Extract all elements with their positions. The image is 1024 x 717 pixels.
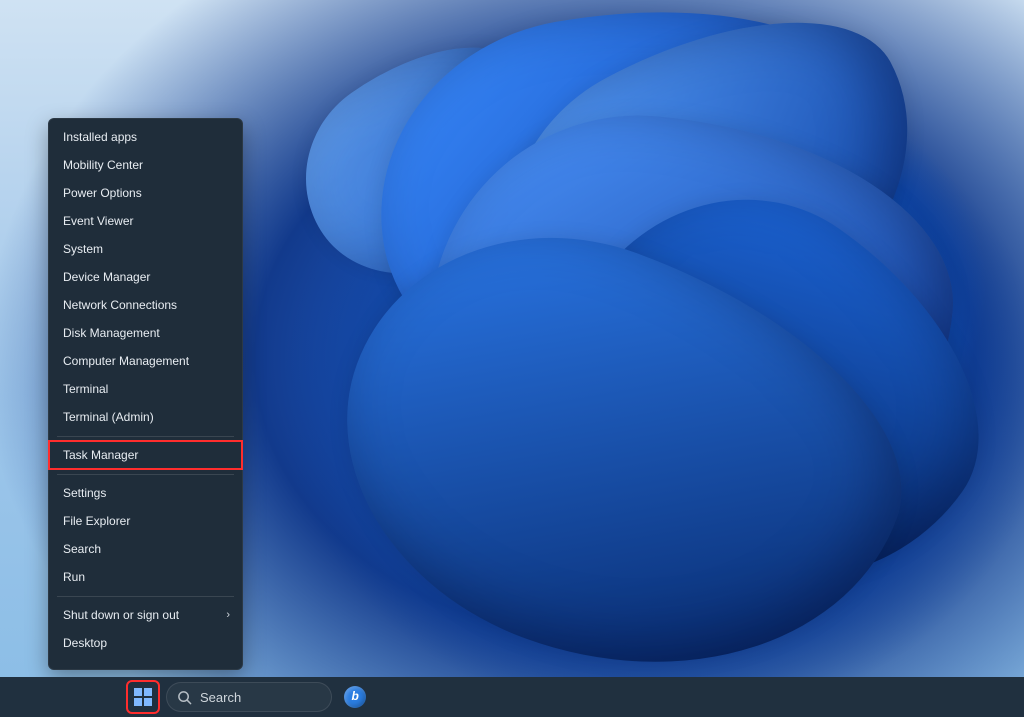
context-menu-item-label: Shut down or sign out xyxy=(63,608,179,622)
taskbar-search-placeholder: Search xyxy=(200,690,241,705)
context-menu-separator xyxy=(57,436,234,437)
context-menu-item[interactable]: Network Connections xyxy=(49,291,242,319)
context-menu-item-label: Installed apps xyxy=(63,130,137,144)
context-menu-item-label: Disk Management xyxy=(63,326,160,340)
windows-logo-icon xyxy=(134,688,152,706)
context-menu-item-label: Device Manager xyxy=(63,270,150,284)
context-menu-item[interactable]: Disk Management xyxy=(49,319,242,347)
context-menu-item[interactable]: Desktop xyxy=(49,629,242,657)
context-menu-item[interactable]: Computer Management xyxy=(49,347,242,375)
context-menu-item-label: Mobility Center xyxy=(63,158,143,172)
context-menu-item-label: Search xyxy=(63,542,101,556)
context-menu-item[interactable]: Mobility Center xyxy=(49,151,242,179)
context-menu-item[interactable]: System xyxy=(49,235,242,263)
context-menu-item[interactable]: Shut down or sign out › xyxy=(49,601,242,629)
context-menu-item-label: Power Options xyxy=(63,186,142,200)
start-context-menu: Installed apps Mobility Center Power Optio… xyxy=(48,118,243,670)
context-menu-item-label: Computer Management xyxy=(63,354,189,368)
context-menu-item[interactable]: Terminal (Admin) xyxy=(49,403,242,431)
context-menu-item-label: Settings xyxy=(63,486,106,500)
bing-glyph: b xyxy=(352,689,359,703)
context-menu-item[interactable]: Run xyxy=(49,563,242,591)
context-menu-separator xyxy=(57,474,234,475)
context-menu-item[interactable]: Power Options xyxy=(49,179,242,207)
chevron-right-icon: › xyxy=(226,609,230,621)
search-icon xyxy=(177,690,192,705)
context-menu-separator xyxy=(57,596,234,597)
context-menu-item-label: Event Viewer xyxy=(63,214,133,228)
taskbar: Search b xyxy=(0,677,1024,717)
context-menu-item-label: System xyxy=(63,242,103,256)
context-menu-item[interactable]: Task Manager xyxy=(49,441,242,469)
context-menu-item-label: File Explorer xyxy=(63,514,130,528)
context-menu-item[interactable]: Terminal xyxy=(49,375,242,403)
context-menu-item[interactable]: Device Manager xyxy=(49,263,242,291)
context-menu-item[interactable]: File Explorer xyxy=(49,507,242,535)
context-menu-item[interactable]: Installed apps xyxy=(49,123,242,151)
context-menu-item[interactable]: Search xyxy=(49,535,242,563)
start-button[interactable] xyxy=(128,682,158,712)
context-menu-item-label: Task Manager xyxy=(63,448,138,462)
bing-button[interactable]: b xyxy=(340,682,370,712)
context-menu-item-label: Network Connections xyxy=(63,298,177,312)
bing-icon: b xyxy=(344,686,366,708)
context-menu-item[interactable]: Settings xyxy=(49,479,242,507)
taskbar-search[interactable]: Search xyxy=(166,682,332,712)
context-menu-item[interactable]: Event Viewer xyxy=(49,207,242,235)
context-menu-item-label: Terminal xyxy=(63,382,108,396)
context-menu-item-label: Terminal (Admin) xyxy=(63,410,154,424)
context-menu-item-label: Desktop xyxy=(63,636,107,650)
context-menu-item-label: Run xyxy=(63,570,85,584)
